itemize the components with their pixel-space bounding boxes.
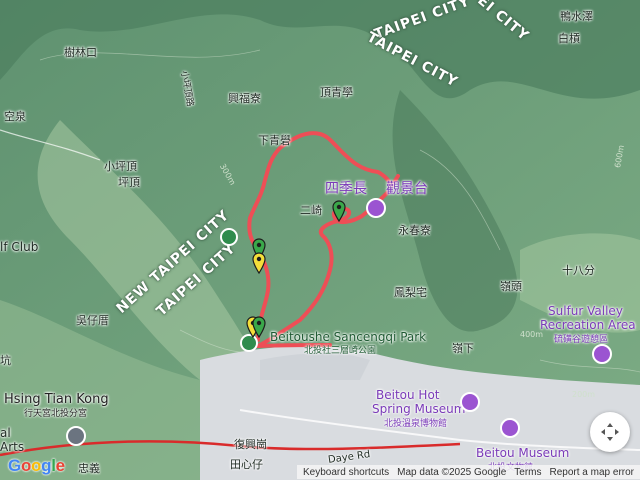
poi-sulfur-valley-label[interactable]: Sulfur Valley	[548, 304, 623, 318]
contour-label-4: 200m	[572, 390, 596, 399]
poi-sulfur-valley-sub: 硫磺谷遊憩區	[554, 335, 609, 345]
label-pingding: 坪頂	[118, 176, 140, 189]
poi-siji-viewpoint-tail[interactable]: 觀景台	[386, 178, 428, 198]
start-pin-icon[interactable]	[252, 316, 266, 338]
poi-sanceng-park-label[interactable]: Beitoushe Sancengqi Park	[270, 330, 426, 344]
poi-sulfur-valley-line2[interactable]: Recreation Area	[540, 318, 636, 332]
green-flag-pin-icon[interactable]	[332, 200, 346, 222]
recenter-button[interactable]	[590, 412, 630, 452]
map-canvas[interactable]: TAIPEI CITY TAIPEI CITY TAIPEI CITY NEW …	[0, 0, 640, 480]
label-golf-club: lf Club	[0, 240, 39, 254]
map-footer: Keyboard shortcuts Map data ©2025 Google…	[0, 464, 640, 480]
crosshair-arrows-icon	[601, 423, 619, 441]
label-erqi: 二崎	[300, 204, 322, 217]
label-xiaqingxue: 下青礐	[258, 134, 291, 147]
label-shulinkou: 樹林口	[64, 46, 97, 59]
label-yongchunliao: 永春寮	[398, 224, 431, 237]
camera-icon[interactable]	[366, 198, 386, 218]
hiking-route	[247, 131, 400, 348]
label-keng: 坑	[0, 354, 11, 367]
label-lingxia: 嶺下	[452, 342, 474, 355]
map-data-text: Map data ©2025 Google	[397, 466, 507, 478]
poi-hsing-tian-kong-label[interactable]: Hsing Tian Kong	[4, 392, 109, 407]
poi-siji-viewpoint-label[interactable]: 四季長	[325, 178, 367, 198]
label-xiaopingding: 小坪頂	[104, 160, 137, 173]
terms-link[interactable]: Terms	[514, 467, 541, 478]
viewpoint-icon[interactable]	[592, 344, 612, 364]
poi-hot-spring-museum-line2[interactable]: Spring Museum	[372, 402, 465, 416]
poi-beitou-museum-label[interactable]: Beitou Museum	[476, 446, 569, 460]
label-arts: Arts	[0, 440, 25, 454]
museum-icon-2[interactable]	[500, 418, 520, 438]
temple-icon[interactable]	[66, 426, 86, 446]
label-dingqingxue: 頂青學	[320, 86, 353, 99]
poi-sanceng-park-sub: 北投社三層崎公園	[304, 346, 377, 356]
label-xingfuliao: 興福寮	[228, 92, 261, 105]
attribution-bar: Keyboard shortcuts Map data ©2025 Google…	[296, 465, 640, 479]
park-icon[interactable]	[220, 228, 238, 246]
label-yashuize: 鴨水澤	[560, 10, 593, 23]
yellow-pin-icon[interactable]	[252, 252, 266, 274]
poi-hot-spring-museum-sub: 北投溫泉博物館	[384, 419, 448, 429]
label-kongquan: 空泉	[4, 110, 26, 123]
label-shiliufen: 十八分	[562, 264, 595, 277]
label-fenglizhai: 鳳梨宅	[394, 286, 427, 299]
label-wuzitang: 吳仔厝	[76, 314, 109, 327]
museum-icon[interactable]	[460, 392, 480, 412]
label-al: al	[0, 426, 11, 440]
poi-hsing-tian-kong-sub: 行天宮北投分宮	[24, 409, 88, 419]
label-fuxinggang: 復興崗	[234, 438, 267, 451]
label-baiyi: 白槓	[558, 32, 580, 45]
report-error-link[interactable]: Report a map error	[550, 467, 634, 478]
poi-hot-spring-museum-label[interactable]: Beitou Hot	[376, 388, 440, 402]
label-lingtou: 嶺頭	[500, 280, 522, 293]
keyboard-shortcuts-link[interactable]: Keyboard shortcuts	[303, 467, 389, 478]
